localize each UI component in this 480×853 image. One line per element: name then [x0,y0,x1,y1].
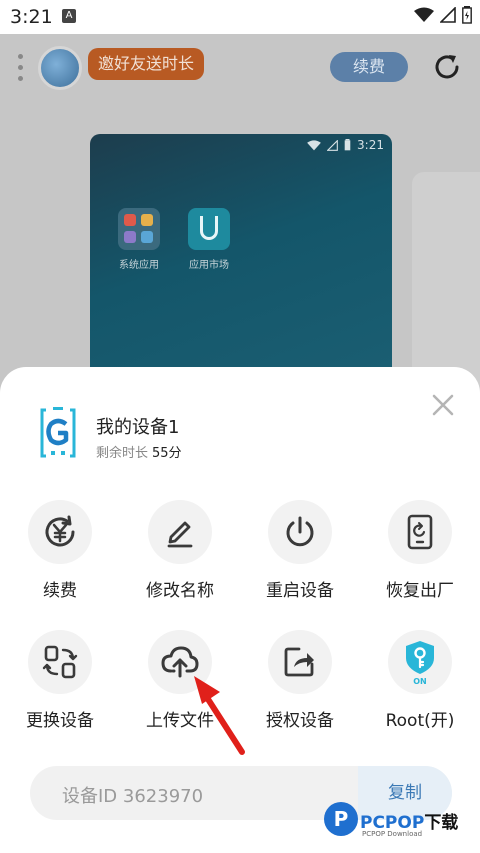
action-circle[interactable] [28,500,92,564]
more-menu-icon[interactable] [18,54,24,87]
app-system-apps[interactable]: 系统应用 [104,208,174,271]
power-icon [286,516,314,547]
preview-time: 3:21 [357,138,384,152]
action-label: 续费 [43,581,77,601]
action-factory-reset[interactable]: 恢复出厂 [365,500,475,601]
action-renew[interactable]: 续费 [5,500,115,601]
action-label: 更换设备 [26,711,94,731]
remaining-label: 剩余时长 [96,446,149,461]
preview-wifi-icon [307,139,321,150]
wifi-icon [414,7,434,22]
action-circle[interactable] [268,500,332,564]
status-icons [414,6,472,24]
app-label: 系统应用 [119,260,159,271]
status-bar: 3:21 A [0,0,480,34]
preview-signal-icon [327,139,338,151]
swap-device-icon [42,645,78,679]
renew-yen-icon [45,515,75,547]
app-market[interactable]: 应用市场 [174,208,244,271]
system-apps-folder-icon [118,208,160,250]
pcpop-watermark: P PCPOP下载 PCPOP Download [324,800,474,846]
device-logo-icon [40,407,76,458]
action-circle[interactable]: ON [388,630,452,694]
renew-top-button[interactable]: 续费 [330,52,408,82]
annotation-arrow-icon [194,676,245,755]
close-icon[interactable] [430,392,456,418]
watermark-sub: PCPOP Download [362,830,423,838]
root-key-shield-icon: ON [406,641,434,685]
action-circle[interactable] [28,630,92,694]
status-time: 3:21 [10,6,53,28]
app-market-icon [188,208,230,250]
action-circle[interactable] [388,500,452,564]
action-label: 修改名称 [146,581,214,601]
signal-icon [440,7,456,23]
notification-icon: A [62,9,76,23]
invite-friends-button[interactable]: 邀好友送时长 [88,48,205,80]
remaining-value: 55分 [152,446,182,461]
action-change-device[interactable]: 更换设备 [5,630,115,731]
action-circle[interactable] [148,500,212,564]
action-authorize-device[interactable]: 授权设备 [245,630,355,731]
action-label: Root(开) [385,711,455,731]
preview-battery-icon [344,139,351,151]
action-circle[interactable] [268,630,332,694]
battery-icon [462,6,472,24]
app-label: 应用市场 [189,260,229,271]
edit-pen-icon [167,521,193,548]
device-id-text: 设备ID 3623970 [62,786,204,807]
remaining-time: 剩余时长 55分 [96,442,182,461]
action-restart[interactable]: 重启设备 [245,500,355,601]
root-on-badge: ON [413,677,427,685]
preview-status-bar: 3:21 [307,138,384,152]
factory-reset-phone-icon [407,514,433,550]
avatar[interactable] [38,46,82,90]
pcpop-logo-icon: P [324,802,358,836]
action-label: 重启设备 [266,581,334,601]
action-rename[interactable]: 修改名称 [125,500,235,601]
watermark-brand-suffix: 下载 [424,813,459,833]
action-root-toggle[interactable]: ON Root(开) [365,630,475,731]
action-label: 授权设备 [266,711,334,731]
device-screen-preview[interactable]: 3:21 系统应用 应用市场 [90,134,392,394]
refresh-icon[interactable] [432,52,462,82]
share-authorize-icon [284,647,314,677]
device-name: 我的设备1 [96,417,180,438]
action-label: 恢复出厂 [386,581,454,601]
